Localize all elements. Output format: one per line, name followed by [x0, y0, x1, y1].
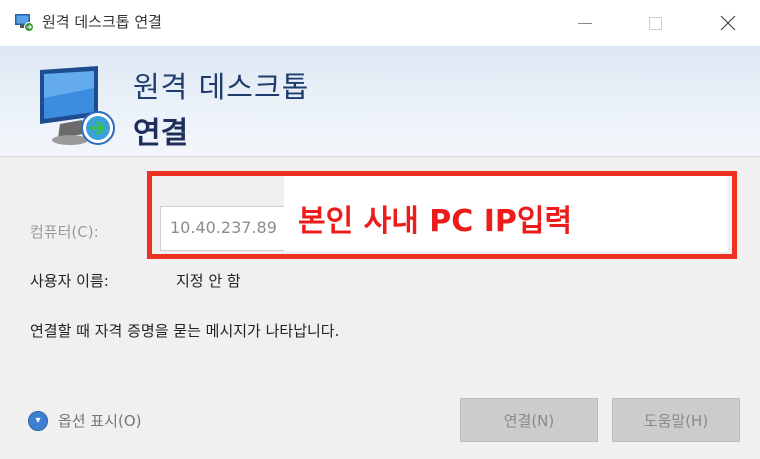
user-name-value: 지정 안 함 [176, 272, 241, 290]
show-options-toggle[interactable]: ▾ 옵션 표시(O) [28, 410, 141, 431]
maximize-button[interactable] [632, 0, 678, 46]
header-subtitle: 연결 [133, 116, 189, 151]
close-icon [720, 15, 736, 31]
minimize-button[interactable] [562, 0, 608, 46]
show-options-label[interactable]: 옵션 표시(O) [58, 410, 141, 431]
remote-desktop-icon [15, 14, 34, 32]
maximize-icon [648, 16, 662, 30]
monitor-icon [40, 66, 115, 145]
help-button[interactable]: 도움말(H) [612, 398, 740, 442]
header-title: 원격 데스크톱 [133, 70, 310, 104]
minimize-icon [578, 22, 592, 24]
computer-label: 컴퓨터(C): [30, 223, 99, 241]
credential-prompt-text: 연결할 때 자격 증명을 묻는 메시지가 나타납니다. [30, 322, 340, 340]
chevron-down-circle-icon: ▾ [28, 410, 48, 431]
close-button[interactable] [705, 0, 751, 46]
header-banner: 원격 데스크톱 연결 [0, 46, 760, 156]
window-title: 원격 데스크톱 연결 [42, 13, 162, 31]
user-name-label: 사용자 이름: [30, 272, 109, 290]
annotation-text: 본인 사내 PC IP입력 [298, 204, 573, 239]
connect-button[interactable]: 연결(N) [460, 398, 598, 442]
title-bar: 원격 데스크톱 연결 [0, 0, 760, 46]
